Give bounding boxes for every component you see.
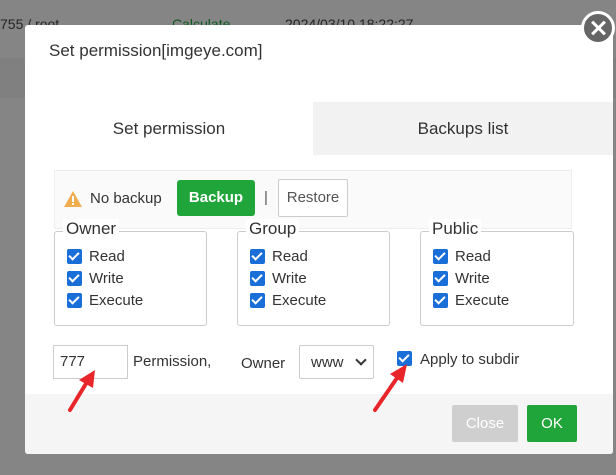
- apply-subdir-label: Apply to subdir: [420, 351, 520, 368]
- backup-button[interactable]: Backup: [177, 180, 255, 216]
- checkbox-checked-icon[interactable]: [67, 271, 82, 286]
- owner-select[interactable]: www: [299, 345, 374, 379]
- checkbox-label: Execute: [455, 292, 510, 309]
- checkbox-checked-icon[interactable]: [250, 271, 265, 286]
- annotation-arrow-icon: [68, 370, 95, 412]
- checkbox-label: Read: [89, 248, 125, 265]
- checkbox-label: Write: [89, 270, 124, 287]
- tab-backups-list[interactable]: Backups list: [313, 102, 613, 155]
- group-title-owner: Owner: [63, 219, 120, 239]
- checkbox-label: Read: [272, 248, 308, 265]
- checkbox-label: Write: [455, 270, 490, 287]
- button-separator: |: [264, 189, 268, 206]
- annotation-arrow-icon: [373, 364, 407, 412]
- ok-button[interactable]: OK: [527, 405, 577, 442]
- checkbox-checked-icon[interactable]: [67, 293, 82, 308]
- checkbox-checked-icon[interactable]: [433, 271, 448, 286]
- chevron-down-icon: [355, 354, 367, 366]
- checkbox-checked-icon[interactable]: [250, 249, 265, 264]
- permission-dialog: Set permission[imgeye.com] Set permissio…: [25, 25, 613, 454]
- public-permission-group: Public Read Write Execute: [420, 219, 574, 326]
- checkbox-checked-icon[interactable]: [433, 249, 448, 264]
- owner-select-value: www: [311, 354, 344, 371]
- dialog-footer: Close OK: [25, 394, 613, 454]
- group-title-group: Group: [246, 219, 300, 239]
- tab-set-permission[interactable]: Set permission: [25, 102, 313, 155]
- checkbox-checked-icon[interactable]: [250, 293, 265, 308]
- checkbox-checked-icon[interactable]: [67, 249, 82, 264]
- close-button[interactable]: Close: [452, 405, 518, 442]
- backup-status-text: No backup: [90, 190, 162, 207]
- checkbox-label: Execute: [272, 292, 327, 309]
- owner-permission-group: Owner Read Write Execute: [54, 219, 207, 326]
- checkbox-label: Execute: [89, 292, 144, 309]
- warning-triangle-icon: [64, 191, 82, 207]
- checkbox-label: Read: [455, 248, 491, 265]
- close-icon[interactable]: [581, 11, 615, 45]
- restore-button[interactable]: Restore: [278, 179, 348, 217]
- tab-bar: Set permission Backups list: [25, 102, 613, 155]
- group-permission-group: Group Read Write Execute: [237, 219, 390, 326]
- permission-label: Permission,: [133, 353, 212, 370]
- checkbox-checked-icon[interactable]: [433, 293, 448, 308]
- checkbox-label: Write: [272, 270, 307, 287]
- backup-bar: No backup Backup | Restore: [54, 170, 572, 229]
- owner-label: Owner: [241, 355, 286, 372]
- dialog-title: Set permission[imgeye.com]: [49, 41, 263, 60]
- group-title-public: Public: [429, 219, 482, 239]
